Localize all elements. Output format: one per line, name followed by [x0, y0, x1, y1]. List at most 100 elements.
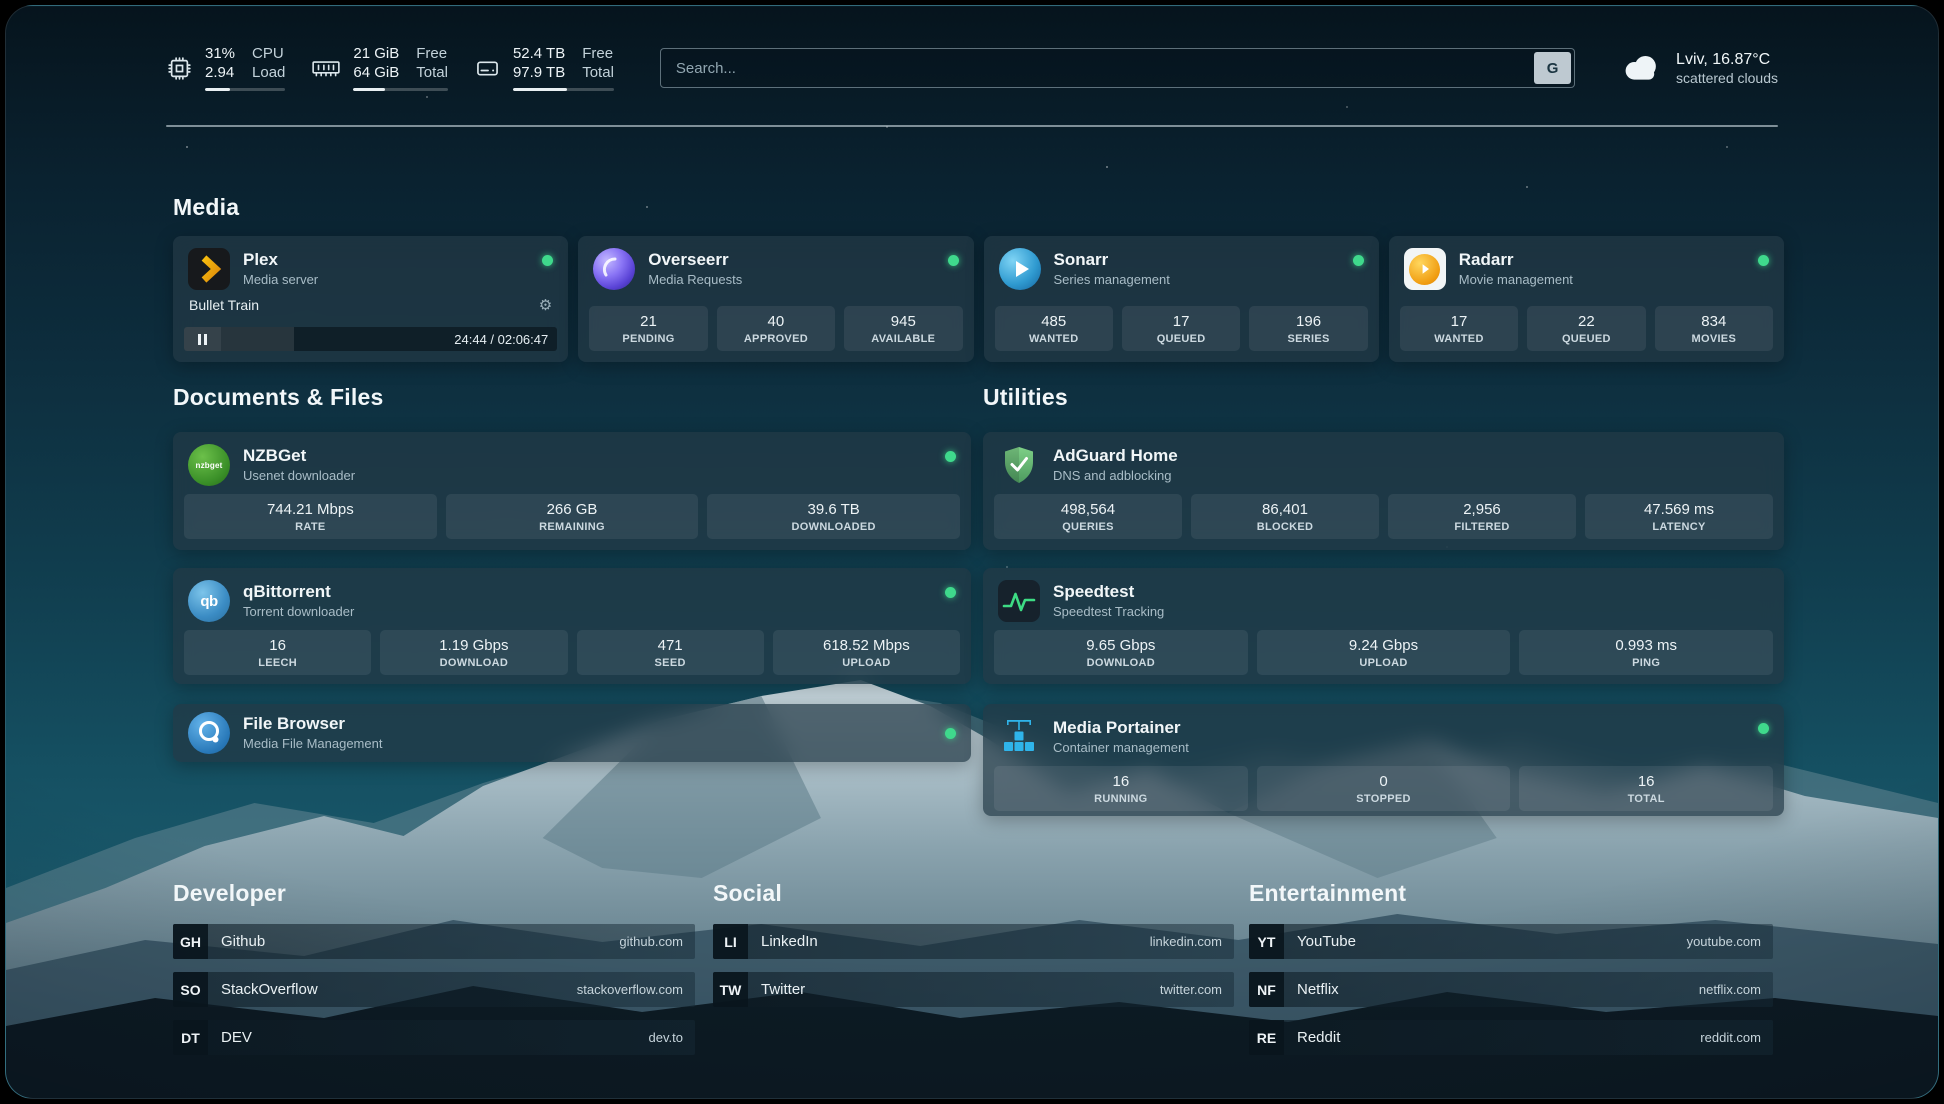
app-card-overseerr[interactable]: Overseerr Media Requests 21 PENDING 40 A… — [578, 236, 973, 362]
portainer-icon — [998, 716, 1040, 758]
search-engine-button[interactable]: G — [1534, 52, 1571, 84]
link-row-netflix[interactable]: NF Netflix netflix.com — [1249, 972, 1773, 1007]
memory-icon — [311, 55, 341, 82]
status-dot — [1353, 255, 1364, 266]
disk-icon — [474, 55, 501, 82]
link-domain: twitter.com — [1160, 982, 1222, 997]
search-bar: G — [660, 48, 1575, 88]
link-row-stackoverflow[interactable]: SO StackOverflow stackoverflow.com — [173, 972, 695, 1007]
stat-download: 1.19 Gbps DOWNLOAD — [380, 630, 567, 675]
stat-leech: 16 LEECH — [184, 630, 371, 675]
search-input[interactable] — [664, 60, 1534, 77]
app-card-nzbget[interactable]: nzbget NZBGet Usenet downloader 744.21 M… — [173, 432, 971, 550]
link-name: StackOverflow — [221, 981, 318, 998]
status-dot — [948, 255, 959, 266]
app-card-adguard[interactable]: AdGuard Home DNS and adblocking 498,564 … — [983, 432, 1784, 550]
stat-latency: 47.569 ms LATENCY — [1585, 494, 1773, 539]
sonarr-icon — [999, 248, 1041, 290]
link-name: Reddit — [1297, 1029, 1340, 1046]
stat-ping: 0.993 ms PING — [1519, 630, 1773, 675]
app-subtitle: Series management — [1054, 272, 1340, 288]
developer-links: GH Github github.com SO StackOverflow st… — [173, 924, 695, 1068]
pause-button[interactable] — [184, 327, 221, 351]
stat-blocked: 86,401 BLOCKED — [1191, 494, 1379, 539]
memory-progress-bar — [353, 88, 448, 91]
app-subtitle: Media File Management — [243, 736, 932, 752]
link-row-dev[interactable]: DT DEV dev.to — [173, 1020, 695, 1055]
stat-downloaded: 39.6 TB DOWNLOADED — [707, 494, 960, 539]
stat-series: 196 SERIES — [1249, 306, 1367, 351]
app-subtitle: Media server — [243, 272, 529, 288]
link-row-twitter[interactable]: TW Twitter twitter.com — [713, 972, 1234, 1007]
status-dot — [945, 728, 956, 739]
link-row-linkedin[interactable]: LI LinkedIn linkedin.com — [713, 924, 1234, 959]
app-name: Plex — [243, 250, 529, 270]
weather-location: Lviv, 16.87°C — [1676, 50, 1778, 71]
link-row-youtube[interactable]: YT YouTube youtube.com — [1249, 924, 1773, 959]
playback-progress-fill — [221, 327, 294, 351]
app-card-radarr[interactable]: Radarr Movie management 17 WANTED 22 QUE… — [1389, 236, 1784, 362]
app-card-plex[interactable]: Plex Media server Bullet Train ⚙ 24:44 / — [173, 236, 568, 362]
app-card-filebrowser[interactable]: File Browser Media File Management — [173, 704, 971, 762]
app-card-speedtest[interactable]: Speedtest Speedtest Tracking 9.65 Gbps D… — [983, 568, 1784, 684]
gear-icon[interactable]: ⚙ — [539, 298, 552, 313]
status-dot — [1758, 723, 1769, 734]
system-monitors: 31% 2.94 CPU Load — [166, 45, 614, 92]
cpu-label: CPU — [252, 45, 285, 64]
memory-total-label: Total — [416, 64, 448, 83]
now-playing-title: Bullet Train — [189, 297, 259, 313]
link-badge: LI — [713, 924, 748, 959]
app-card-portainer[interactable]: Media Portainer Container management 16 … — [983, 704, 1784, 816]
weather-condition: scattered clouds — [1676, 70, 1778, 86]
section-title-utilities: Utilities — [983, 384, 1068, 411]
section-title-entertainment: Entertainment — [1249, 880, 1406, 907]
memory-free-label: Free — [416, 45, 448, 64]
link-badge: RE — [1249, 1020, 1284, 1055]
playback-progress[interactable]: 24:44 / 02:06:47 — [184, 327, 557, 351]
status-dot — [945, 587, 956, 598]
app-name: Radarr — [1459, 250, 1745, 270]
section-title-social: Social — [713, 880, 782, 907]
app-name: File Browser — [243, 714, 932, 734]
link-name: Github — [221, 933, 265, 950]
entertainment-links: YT YouTube youtube.com NF Netflix netfli… — [1249, 924, 1773, 1068]
link-badge: SO — [173, 972, 208, 1007]
app-name: NZBGet — [243, 446, 932, 466]
social-links: LI LinkedIn linkedin.com TW Twitter twit… — [713, 924, 1234, 1020]
disk-free-value: 52.4 TB — [513, 45, 565, 64]
playback-time: 24:44 / 02:06:47 — [454, 332, 548, 347]
stat-total: 16 TOTAL — [1519, 766, 1773, 811]
link-domain: dev.to — [649, 1030, 683, 1045]
stat-approved: 40 APPROVED — [717, 306, 835, 351]
stat-upload: 618.52 Mbps UPLOAD — [773, 630, 960, 675]
section-title-media: Media — [173, 194, 239, 221]
app-card-sonarr[interactable]: Sonarr Series management 485 WANTED 17 Q… — [984, 236, 1379, 362]
status-dot — [542, 255, 553, 266]
cpu-progress-fill — [205, 88, 230, 91]
stat-wanted: 17 WANTED — [1400, 306, 1518, 351]
memory-progress-fill — [353, 88, 384, 91]
app-name: qBittorrent — [243, 582, 932, 602]
cpu-widget: 31% 2.94 CPU Load — [166, 45, 285, 92]
app-card-qbittorrent[interactable]: qb qBittorrent Torrent downloader 16 LEE… — [173, 568, 971, 684]
overseerr-icon — [593, 248, 635, 290]
link-domain: github.com — [619, 934, 683, 949]
memory-total-value: 64 GiB — [353, 64, 399, 83]
link-row-github[interactable]: GH Github github.com — [173, 924, 695, 959]
link-badge: TW — [713, 972, 748, 1007]
link-domain: stackoverflow.com — [577, 982, 683, 997]
link-domain: reddit.com — [1700, 1030, 1761, 1045]
section-title-documents: Documents & Files — [173, 384, 383, 411]
stat-download: 9.65 Gbps DOWNLOAD — [994, 630, 1248, 675]
link-badge: GH — [173, 924, 208, 959]
link-domain: linkedin.com — [1150, 934, 1222, 949]
app-name: Speedtest — [1053, 582, 1769, 602]
app-subtitle: Media Requests — [648, 272, 934, 288]
cpu-load-label: Load — [252, 64, 285, 83]
disk-total-value: 97.9 TB — [513, 64, 565, 83]
link-row-reddit[interactable]: RE Reddit reddit.com — [1249, 1020, 1773, 1055]
status-dot — [945, 451, 956, 462]
link-domain: netflix.com — [1699, 982, 1761, 997]
disk-widget: 52.4 TB 97.9 TB Free Total — [474, 45, 614, 92]
app-name: Sonarr — [1054, 250, 1340, 270]
